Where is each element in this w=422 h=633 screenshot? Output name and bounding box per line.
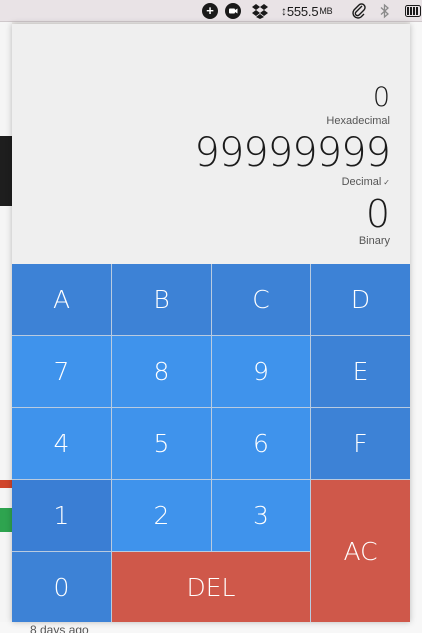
- hexadecimal-value: 0: [372, 82, 390, 113]
- background-window-right: [410, 22, 422, 633]
- add-circle-icon[interactable]: +: [202, 3, 218, 19]
- decimal-label: Decimal: [341, 176, 382, 188]
- key-5[interactable]: 5: [112, 408, 212, 480]
- binary-label: Binary: [358, 235, 390, 247]
- key-d[interactable]: D: [311, 264, 410, 336]
- battery-icon[interactable]: [405, 3, 422, 19]
- keypad: A B C D 7 8 9 E 4 5 6 F 1 2 3 AC 0 DEL: [12, 264, 410, 622]
- decimal-value: 99999999: [194, 130, 391, 176]
- background-timestamp: 8 days ago: [30, 623, 89, 633]
- background-dark-band: [0, 136, 12, 206]
- background-window-left: [0, 22, 12, 633]
- dropbox-icon[interactable]: [251, 3, 269, 19]
- key-f[interactable]: F: [311, 408, 410, 480]
- decimal-label-selector[interactable]: Decimal ✓: [342, 176, 390, 188]
- calculator-popover: 0 Hexadecimal 99999999 Decimal ✓ 0 Binary…: [12, 24, 410, 622]
- camera-icon[interactable]: [225, 3, 241, 19]
- menubar: + ↕ 555.5 MB: [0, 0, 422, 22]
- paperclip-icon[interactable]: [351, 3, 367, 19]
- network-monitor[interactable]: ↕ 555.5 MB: [281, 3, 333, 19]
- key-ac[interactable]: AC: [311, 480, 410, 622]
- key-3[interactable]: 3: [212, 480, 311, 552]
- network-value: 555.5: [286, 3, 319, 19]
- background-footer: 8 days ago: [0, 622, 422, 633]
- key-2[interactable]: 2: [112, 480, 212, 552]
- key-0[interactable]: 0: [12, 552, 112, 622]
- key-e[interactable]: E: [311, 336, 410, 408]
- key-c[interactable]: C: [212, 264, 311, 336]
- key-del[interactable]: DEL: [112, 552, 311, 622]
- background-green-badge: [0, 508, 12, 532]
- key-b[interactable]: B: [112, 264, 212, 336]
- chevron-down-icon: ✓: [383, 178, 390, 187]
- key-7[interactable]: 7: [12, 336, 112, 408]
- key-4[interactable]: 4: [12, 408, 112, 480]
- key-9[interactable]: 9: [212, 336, 311, 408]
- background-red-band: [0, 480, 12, 488]
- calculator-display: 0 Hexadecimal 99999999 Decimal ✓ 0 Binary: [12, 24, 410, 264]
- bluetooth-icon[interactable]: [379, 3, 391, 19]
- hexadecimal-label: Hexadecimal: [326, 115, 390, 127]
- key-1[interactable]: 1: [12, 480, 112, 552]
- binary-value: 0: [365, 192, 390, 236]
- network-unit: MB: [319, 6, 333, 16]
- key-a[interactable]: A: [12, 264, 112, 336]
- key-8[interactable]: 8: [112, 336, 212, 408]
- key-6[interactable]: 6: [212, 408, 311, 480]
